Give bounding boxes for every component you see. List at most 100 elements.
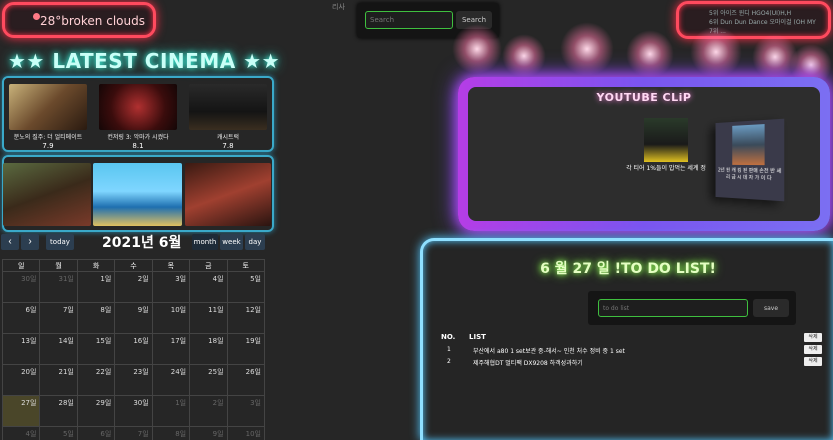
movie-list: 분노의 질주: 더 얼티메이트 7.9 컨저링 3: 악마가 시켰다 8.1 캐… [2, 76, 274, 152]
weekday-header: 토 [226, 259, 266, 272]
movie-title: 분노의 질주: 더 얼티메이트 [13, 134, 83, 141]
neon-bulb [626, 30, 674, 78]
calendar-day[interactable]: 29일 [76, 395, 116, 427]
weather-widget: 28°broken clouds [2, 2, 156, 38]
weekday-header: 일 [1, 259, 41, 272]
music-line: 5위 아이즈 윈디 HGO4(UI)H,H [709, 10, 792, 17]
calendar-day[interactable]: 16일 [114, 333, 153, 365]
neon-bulb [690, 26, 742, 78]
search-input[interactable] [365, 11, 453, 29]
video-title: 각 티어 1%들이 밥먹는 세계 정 [626, 165, 706, 172]
calendar-day[interactable]: 14일 [39, 333, 78, 365]
day-view-button[interactable]: day [245, 234, 265, 250]
movie-poster[interactable] [3, 163, 91, 226]
calendar-day[interactable]: 6일 [76, 426, 116, 440]
calendar-day[interactable]: 7일 [39, 302, 78, 334]
todo-title: 6 월 27 일 !TO DO LIST! [540, 261, 716, 277]
todo-item-no: 1 [447, 346, 451, 353]
calendar-day[interactable]: 3일 [151, 271, 191, 303]
calendar-day-today[interactable]: 27일 [1, 395, 41, 427]
calendar-title: 2021년 6월 [102, 235, 182, 251]
calendar-day[interactable]: 22일 [76, 364, 116, 396]
youtube-clip-inner: YOUTUBE CLiP 각 티어 1%들이 밥먹는 세계 정 2년 된 캐 킹… [468, 87, 820, 221]
calendar-day[interactable]: 23일 [114, 364, 153, 396]
calendar-day[interactable]: 17일 [151, 333, 191, 365]
calendar-day[interactable]: 18일 [189, 333, 228, 365]
next-month-button[interactable]: › [21, 234, 39, 250]
delete-button[interactable]: 삭제 [804, 333, 822, 342]
calendar-day[interactable]: 8일 [151, 426, 191, 440]
movie-rating: 8.1 [132, 142, 144, 150]
calendar-day[interactable]: 5일 [39, 426, 78, 440]
weather-icon [33, 13, 40, 20]
calendar-day[interactable]: 8일 [76, 302, 116, 334]
delete-button[interactable]: 삭제 [804, 345, 822, 354]
movie-card[interactable]: 분노의 질주: 더 얼티메이트 7.9 [8, 84, 88, 150]
cinema-title: ★★ LATEST CINEMA ★★ [8, 49, 281, 73]
video-title: 2년 된 캐 킹 된 판매 손전 반 세리 금 시 데 자 가 이 다 [717, 167, 782, 182]
movie-card[interactable]: 컨저링 3: 악마가 시켰다 8.1 [98, 84, 178, 150]
movie-poster[interactable] [185, 163, 271, 226]
calendar-day[interactable]: 15일 [76, 333, 116, 365]
video-card[interactable]: 각 티어 1%들이 밥먹는 세계 정 [614, 118, 718, 173]
calendar-day[interactable]: 28일 [39, 395, 78, 427]
calendar-day[interactable]: 21일 [39, 364, 78, 396]
calendar-day[interactable]: 24일 [151, 364, 191, 396]
music-line: 6위 Dun Dun Dance 오마이걸 (OH MY [709, 19, 816, 26]
calendar-day[interactable]: 7일 [114, 426, 153, 440]
calendar-day[interactable]: 4일 [189, 271, 228, 303]
calendar-day[interactable]: 25일 [189, 364, 228, 396]
calendar-day[interactable]: 6일 [1, 302, 41, 334]
calendar-day[interactable]: 19일 [226, 333, 266, 365]
calendar-day[interactable]: 11일 [189, 302, 228, 334]
movie-poster [99, 84, 177, 130]
weather-text: 28°broken clouds [40, 14, 145, 28]
calendar-day[interactable]: 1일 [76, 271, 116, 303]
calendar-day[interactable]: 5일 [226, 271, 266, 303]
weekday-header: 수 [114, 259, 153, 272]
weekday-header: 금 [189, 259, 228, 272]
movie-poster [9, 84, 87, 130]
calendar-day[interactable]: 9일 [189, 426, 228, 440]
todo-header-list: LIST [469, 333, 486, 341]
week-view-button[interactable]: week [220, 234, 243, 250]
neon-bulb [502, 34, 546, 78]
month-view-button[interactable]: month [192, 234, 218, 250]
weekday-header: 목 [151, 259, 191, 272]
prev-month-button[interactable]: ‹ [1, 234, 19, 250]
calendar-day[interactable]: 9일 [114, 302, 153, 334]
calendar-day[interactable]: 13일 [1, 333, 41, 365]
todo-item-no: 2 [447, 358, 451, 365]
calendar-day[interactable]: 31일 [39, 271, 78, 303]
save-button[interactable]: save [753, 299, 789, 317]
youtube-title: YOUTUBE CLiP [596, 91, 692, 104]
calendar-day[interactable]: 12일 [226, 302, 266, 334]
calendar-day[interactable]: 20일 [1, 364, 41, 396]
todo-item-text: 부산에서 a80 1 set보관 중-해서~ 인천 처수 정비 중 1 set [473, 348, 625, 355]
calendar-day[interactable]: 10일 [226, 426, 266, 440]
movie-title: 컨저링 3: 악마가 시켰다 [107, 134, 169, 141]
movie-title: 캐시트럭 [216, 134, 240, 141]
calendar-day[interactable]: 26일 [226, 364, 266, 396]
movie-card[interactable]: 캐시트럭 7.8 [188, 84, 268, 150]
calendar-day[interactable]: 30일 [114, 395, 153, 427]
video-thumbnail [732, 124, 765, 166]
calendar-day[interactable]: 10일 [151, 302, 191, 334]
movie-rating: 7.9 [42, 142, 54, 150]
calendar-day[interactable]: 3일 [226, 395, 266, 427]
calendar-day[interactable]: 30일 [1, 271, 41, 303]
calendar-grid: 일 월 화 수 목 금 토 30일 31일 1일 2일 3일 4일 5일 6일 … [1, 259, 266, 440]
movie-poster[interactable] [93, 163, 182, 226]
calendar-day[interactable]: 2일 [189, 395, 228, 427]
weekday-header: 월 [39, 259, 78, 272]
todo-input[interactable] [598, 299, 748, 317]
video-card[interactable]: 2년 된 캐 킹 된 판매 손전 반 세리 금 시 데 자 가 이 다 [715, 118, 785, 202]
delete-button[interactable]: 삭제 [804, 357, 822, 366]
calendar-day[interactable]: 4일 [1, 426, 41, 440]
video-thumbnail [644, 118, 688, 162]
today-button[interactable]: today [46, 234, 74, 250]
calendar-day[interactable]: 1일 [151, 395, 191, 427]
calendar-day[interactable]: 2일 [114, 271, 153, 303]
movie-rating: 7.8 [222, 142, 234, 150]
todo-panel: 6 월 27 일 !TO DO LIST! save NO. LIST 삭제 1… [420, 238, 833, 440]
